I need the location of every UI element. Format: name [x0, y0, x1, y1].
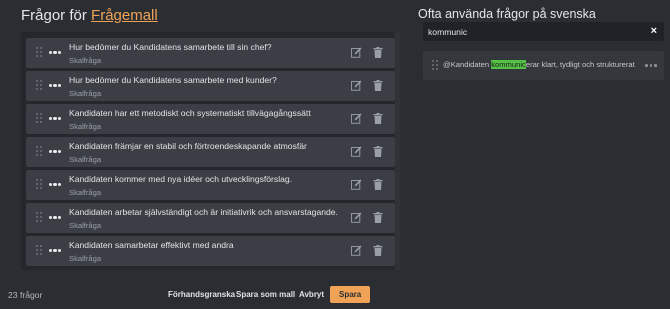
question-row[interactable]: Hur bedömer du Kandidatens samarbete med…: [26, 71, 395, 101]
cancel-button[interactable]: Avbryt: [299, 286, 324, 303]
edit-icon[interactable]: [351, 146, 362, 157]
more-dots-icon[interactable]: [49, 51, 61, 55]
trash-icon[interactable]: [373, 146, 383, 157]
trash-icon[interactable]: [373, 245, 383, 256]
search-input[interactable]: [428, 22, 638, 41]
question-text: Hur bedömer du Kandidatens samarbete med…: [69, 75, 277, 85]
trash-icon[interactable]: [373, 80, 383, 91]
question-type: Skalfråga: [69, 56, 102, 65]
question-type: Skalfråga: [69, 188, 102, 197]
preview-button[interactable]: Förhandsgranska: [168, 286, 235, 303]
question-list-scroll[interactable]: Hur bedömer du Kandidatens samarbete til…: [21, 32, 400, 270]
page-title-prefix: Frågor för: [21, 7, 87, 24]
trash-icon[interactable]: [373, 113, 383, 124]
question-count: 23 frågor: [8, 290, 43, 300]
edit-icon[interactable]: [351, 113, 362, 124]
scrollbar[interactable]: [395, 32, 400, 270]
page-title: Frågor för Frågemall: [21, 7, 158, 24]
more-dots-icon[interactable]: [49, 117, 61, 121]
question-type: Skalfråga: [69, 155, 102, 164]
drag-handle-icon[interactable]: [36, 80, 42, 92]
trash-icon[interactable]: [373, 212, 383, 223]
question-row[interactable]: Hur bedömer du Kandidatens samarbete til…: [26, 38, 395, 68]
more-dots-icon[interactable]: [49, 84, 61, 88]
edit-icon[interactable]: [351, 179, 362, 190]
drag-handle-icon[interactable]: [36, 146, 42, 158]
question-text: Hur bedömer du Kandidatens samarbete til…: [69, 42, 272, 52]
question-text: Kandidaten främjar en stabil och förtroe…: [69, 141, 307, 151]
drag-handle-icon[interactable]: [36, 113, 42, 125]
save-button[interactable]: Spara: [330, 286, 371, 303]
drag-handle-icon[interactable]: [36, 47, 42, 59]
question-row[interactable]: Kandidaten arbetar självständigt och är …: [26, 203, 395, 233]
more-dots-icon[interactable]: [49, 183, 61, 187]
edit-icon[interactable]: [351, 47, 362, 58]
more-dots-icon[interactable]: [49, 150, 61, 154]
edit-icon[interactable]: [351, 245, 362, 256]
drag-handle-icon[interactable]: [36, 179, 42, 191]
question-type: Skalfråga: [69, 221, 102, 230]
question-type: Skalfråga: [69, 122, 102, 131]
suggestion-text: @Kandidaten kommunicerar klart, tydligt …: [443, 60, 635, 69]
trash-icon[interactable]: [373, 179, 383, 190]
edit-icon[interactable]: [351, 80, 362, 91]
question-type: Skalfråga: [69, 254, 102, 263]
more-dots-icon[interactable]: [645, 64, 657, 68]
more-dots-icon[interactable]: [49, 249, 61, 253]
close-icon[interactable]: ×: [651, 25, 657, 37]
drag-handle-icon[interactable]: [36, 245, 42, 257]
question-row[interactable]: Kandidaten har ett metodiskt och systema…: [26, 104, 395, 134]
question-list: Hur bedömer du Kandidatens samarbete til…: [21, 32, 400, 270]
trash-icon[interactable]: [373, 47, 383, 58]
suggestion-text-before: @Kandidaten: [443, 60, 492, 69]
save-as-template-button[interactable]: Spara som mall: [236, 286, 295, 303]
question-row[interactable]: Kandidaten kommer med nya idéer och utve…: [26, 170, 395, 200]
question-text: Kandidaten samarbetar effektivt med andr…: [69, 240, 234, 250]
question-row[interactable]: Kandidaten främjar en stabil och förtroe…: [26, 137, 395, 167]
question-text: Kandidaten arbetar självständigt och är …: [69, 207, 338, 217]
question-text: Kandidaten kommer med nya idéer och utve…: [69, 174, 293, 184]
drag-handle-icon[interactable]: [36, 212, 42, 224]
template-link[interactable]: Frågemall: [91, 7, 158, 24]
search-bar: ×: [423, 22, 664, 41]
suggestions-title: Ofta använda frågor på svenska: [418, 7, 596, 21]
edit-icon[interactable]: [351, 212, 362, 223]
suggestion-item[interactable]: @Kandidaten kommunicerar klart, tydligt …: [423, 51, 664, 80]
question-text: Kandidaten har ett metodiskt och systema…: [69, 108, 311, 118]
suggestion-text-after: erar klart, tydligt och strukturerat: [525, 60, 635, 69]
drag-handle-icon[interactable]: [432, 60, 438, 72]
more-dots-icon[interactable]: [49, 216, 61, 220]
question-type: Skalfråga: [69, 89, 102, 98]
question-row[interactable]: Kandidaten samarbetar effektivt med andr…: [26, 236, 395, 266]
search-highlight: kommunic: [491, 60, 526, 69]
